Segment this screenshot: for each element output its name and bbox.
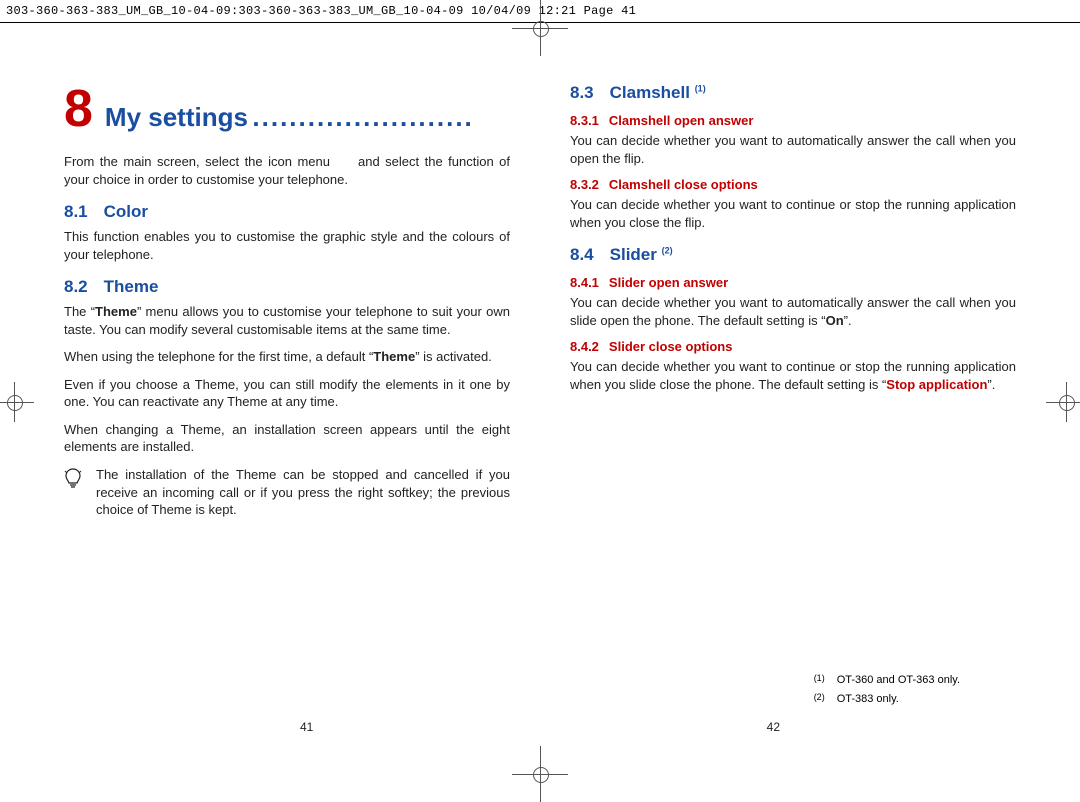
heading-8-4-2: 8.4.2Slider close options: [570, 339, 1016, 354]
page-number-right: 42: [767, 720, 780, 734]
body-8-4-1: You can decide whether you want to autom…: [570, 294, 1016, 329]
footnotes: (1) OT-360 and OT-363 only. (2) OT-383 onl…: [814, 672, 960, 710]
footnote-2-mark: (2): [814, 691, 825, 710]
footnote-1-text: OT-360 and OT-363 only.: [837, 672, 960, 691]
heading-8-3: 8.3Clamshell (1): [570, 83, 1016, 103]
chapter-number: 8: [64, 83, 93, 135]
right-page: 8.3Clamshell (1) 8.3.1Clamshell open ans…: [570, 83, 1016, 519]
lightbulb-icon: [64, 466, 82, 495]
body-8-4-2: You can decide whether you want to conti…: [570, 358, 1016, 393]
heading-8-2: 8.2Theme: [64, 277, 510, 297]
body-8-1: This function enables you to customise t…: [64, 228, 510, 263]
body-8-2-p3: Even if you choose a Theme, you can stil…: [64, 376, 510, 411]
body-8-2-p2: When using the telephone for the first t…: [64, 348, 510, 366]
footnote-1-mark: (1): [814, 672, 825, 691]
registration-mark-top: [526, 14, 554, 42]
heading-8-3-1: 8.3.1Clamshell open answer: [570, 113, 1016, 128]
registration-mark-bottom: [526, 760, 554, 788]
heading-8-3-2: 8.3.2Clamshell close options: [570, 177, 1016, 192]
chapter-dots: ........................: [252, 102, 473, 132]
chapter-title: My settings: [105, 102, 248, 132]
body-8-3-2: You can decide whether you want to conti…: [570, 196, 1016, 231]
tip-text: The installation of the Theme can be sto…: [96, 466, 510, 519]
intro-paragraph: From the main screen, select the icon me…: [64, 153, 510, 188]
tip-block: The installation of the Theme can be sto…: [64, 466, 510, 519]
left-page: 8 My settings ........................ F…: [64, 83, 510, 519]
heading-8-4: 8.4Slider (2): [570, 245, 1016, 265]
chapter-heading: 8 My settings ........................: [64, 83, 510, 135]
registration-mark-left: [0, 388, 28, 416]
page-spread: 8 My settings ........................ F…: [0, 23, 1080, 519]
heading-8-1: 8.1Color: [64, 202, 510, 222]
body-8-3-1: You can decide whether you want to autom…: [570, 132, 1016, 167]
registration-mark-right: [1052, 388, 1080, 416]
body-8-2-p1: The “Theme” menu allows you to customise…: [64, 303, 510, 338]
page-number-left: 41: [300, 720, 313, 734]
heading-8-4-1: 8.4.1Slider open answer: [570, 275, 1016, 290]
footnote-2-text: OT-383 only.: [837, 691, 899, 710]
body-8-2-p4: When changing a Theme, an installation s…: [64, 421, 510, 456]
